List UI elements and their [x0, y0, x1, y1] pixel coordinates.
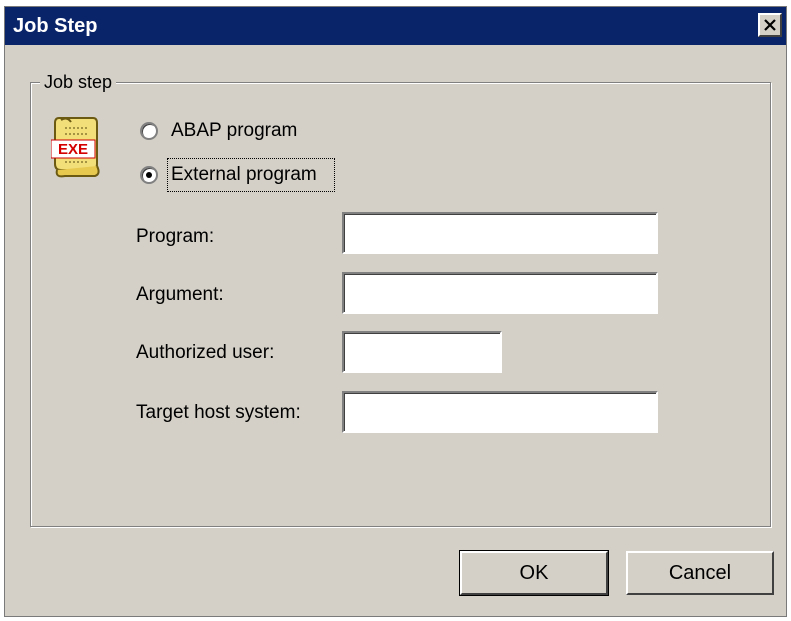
program-input[interactable] — [342, 212, 658, 254]
external-program-label[interactable]: External program — [171, 164, 317, 186]
authorized-user-input[interactable] — [342, 331, 502, 373]
argument-label: Argument: — [136, 284, 224, 305]
external-program-radio[interactable] — [140, 166, 158, 184]
ok-button[interactable]: OK — [459, 550, 609, 596]
exe-icon-text: EXE — [58, 141, 88, 158]
close-icon — [764, 19, 776, 31]
close-button[interactable] — [758, 13, 782, 37]
authorized-user-label: Authorized user: — [136, 342, 275, 363]
title-bar[interactable]: Job Step — [5, 7, 786, 45]
argument-input[interactable] — [342, 272, 658, 314]
cancel-button[interactable]: Cancel — [626, 551, 774, 595]
exe-program-icon: EXE — [51, 117, 100, 178]
window-title: Job Step — [13, 15, 98, 37]
program-label: Program: — [136, 226, 215, 247]
groupbox-legend: Job step — [40, 72, 117, 93]
target-host-label: Target host system: — [136, 402, 301, 423]
abap-program-label[interactable]: ABAP program — [171, 120, 297, 142]
abap-program-radio[interactable] — [140, 122, 158, 140]
target-host-input[interactable] — [342, 391, 658, 433]
